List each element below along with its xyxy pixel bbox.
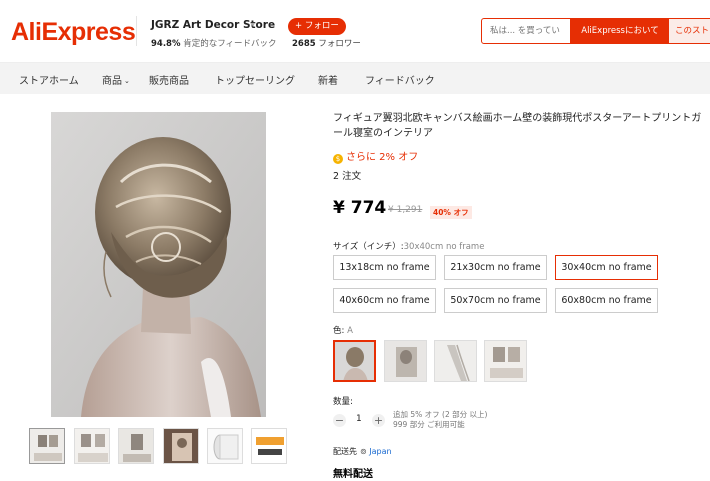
color-swatch-d[interactable] [484,340,527,382]
store-rating-value: 94.8% [151,39,181,49]
color-swatch-a[interactable] [333,340,376,382]
color-swatch-b[interactable] [384,340,427,382]
size-selected-value: 30x40cm no frame [403,242,485,252]
discount-badge: 40% オフ [430,206,472,219]
size-option-13x18[interactable]: 13x18cm no frame [333,255,436,280]
nav-feedback[interactable]: フィードバック [365,72,435,87]
color-selected-value: A [347,326,353,336]
thumbnail-5[interactable] [207,428,243,464]
color-swatch-c[interactable] [434,340,477,382]
quantity-value[interactable]: 1 [356,414,362,424]
free-shipping: 無料配送 [333,469,373,480]
thumbnail-1[interactable] [29,428,65,464]
swatch-b-image [385,341,426,381]
ship-to: 配送先 ⊚ Japan [333,446,392,457]
search-box: AliExpressにおいて このストア [481,18,710,44]
nav-new-arrivals[interactable]: 新着 [318,72,338,87]
plus-icon[interactable]: + [372,414,385,427]
store-nav: ストアホーム 商品 ⌄ 販売商品 トップセーリング 新着 フィードバック [0,62,710,94]
promo-text: さらに 2% オフ [346,152,419,163]
store-rating-text: 肯定的なフィードバック [183,39,277,49]
store-rating: 94.8% 肯定的なフィードバック [151,37,277,49]
search-input[interactable] [490,19,570,43]
minus-icon[interactable]: − [333,414,346,427]
quantity-note: 追加 5% オフ (2 部分 以上) 999 部分 ご利用可能 [393,410,487,430]
original-price: ¥ 1,291 [388,205,423,215]
swatch-c-image [435,341,476,381]
swatch-a-image [335,342,374,380]
room-scene-thumbnail [119,429,153,463]
woman-portrait-image [51,112,266,417]
room-scene-thumbnail [30,429,64,463]
order-count: 2 注文 [333,171,362,182]
search-aliexpress-button[interactable]: AliExpressにおいて [571,19,669,43]
room-scene-thumbnail [75,429,109,463]
size-label-text: サイズ（インチ）: [333,242,404,252]
follower-count: 2685 フォロワー [292,37,361,49]
chevron-down-icon[interactable]: ▾ [251,20,255,29]
nav-sale-items[interactable]: 販売商品 [149,72,189,87]
size-option-40x60[interactable]: 40x60cm no frame [333,288,436,313]
ship-to-label: 配送先 [333,447,357,456]
followers-number: 2685 [292,39,316,49]
canvas-roll-thumbnail [208,429,242,463]
current-price: ¥ 774 [333,198,387,218]
nav-store-home[interactable]: ストアホーム [19,72,79,87]
location-pin-icon: ⊚ [360,447,367,456]
packaging-thumbnail [252,429,286,463]
swatch-d-image [485,341,526,381]
size-label: サイズ（インチ）:30x40cm no frame [333,240,484,252]
follow-button[interactable]: + フォロー [288,18,346,35]
search-store-button[interactable]: このストア [669,19,710,43]
size-option-30x40[interactable]: 30x40cm no frame [555,255,658,280]
main-product-image[interactable] [51,112,266,417]
color-label-text: 色: [333,326,345,336]
color-label: 色: A [333,324,353,336]
thumbnail-3[interactable] [118,428,154,464]
ship-to-country[interactable]: Japan [369,447,391,456]
product-title: フィギュア翼羽北欧キャンバス絵画ホーム壁の装飾現代ポスターアートプリントガール寝… [333,113,702,139]
nav-products-label: 商品 [102,76,122,87]
aliexpress-logo[interactable]: AliExpress [11,18,136,47]
nav-top-selling[interactable]: トップセーリング [215,72,295,87]
framed-photo-thumbnail [164,429,198,463]
store-header: AliExpress JGRZ Art Decor Store ▾ 94.8% … [0,0,710,62]
promo-discount[interactable]: $ さらに 2% オフ [333,148,418,164]
thumbnail-6[interactable] [251,428,287,464]
size-option-21x30[interactable]: 21x30cm no frame [444,255,547,280]
size-option-60x80[interactable]: 60x80cm no frame [555,288,658,313]
thumbnail-2[interactable] [74,428,110,464]
bulk-discount-note: 追加 5% オフ (2 部分 以上) [393,410,488,419]
header-divider [136,16,137,46]
quantity-label: 数量: [333,397,353,407]
coin-icon: $ [333,154,343,164]
size-option-50x70[interactable]: 50x70cm no frame [444,288,547,313]
followers-text: フォロワー [318,39,361,49]
nav-products[interactable]: 商品 ⌄ [102,72,130,87]
store-name[interactable]: JGRZ Art Decor Store [151,19,275,31]
thumbnail-4[interactable] [163,428,199,464]
chevron-down-icon: ⌄ [124,77,130,85]
stock-available-note: 999 部分 ご利用可能 [393,420,465,429]
